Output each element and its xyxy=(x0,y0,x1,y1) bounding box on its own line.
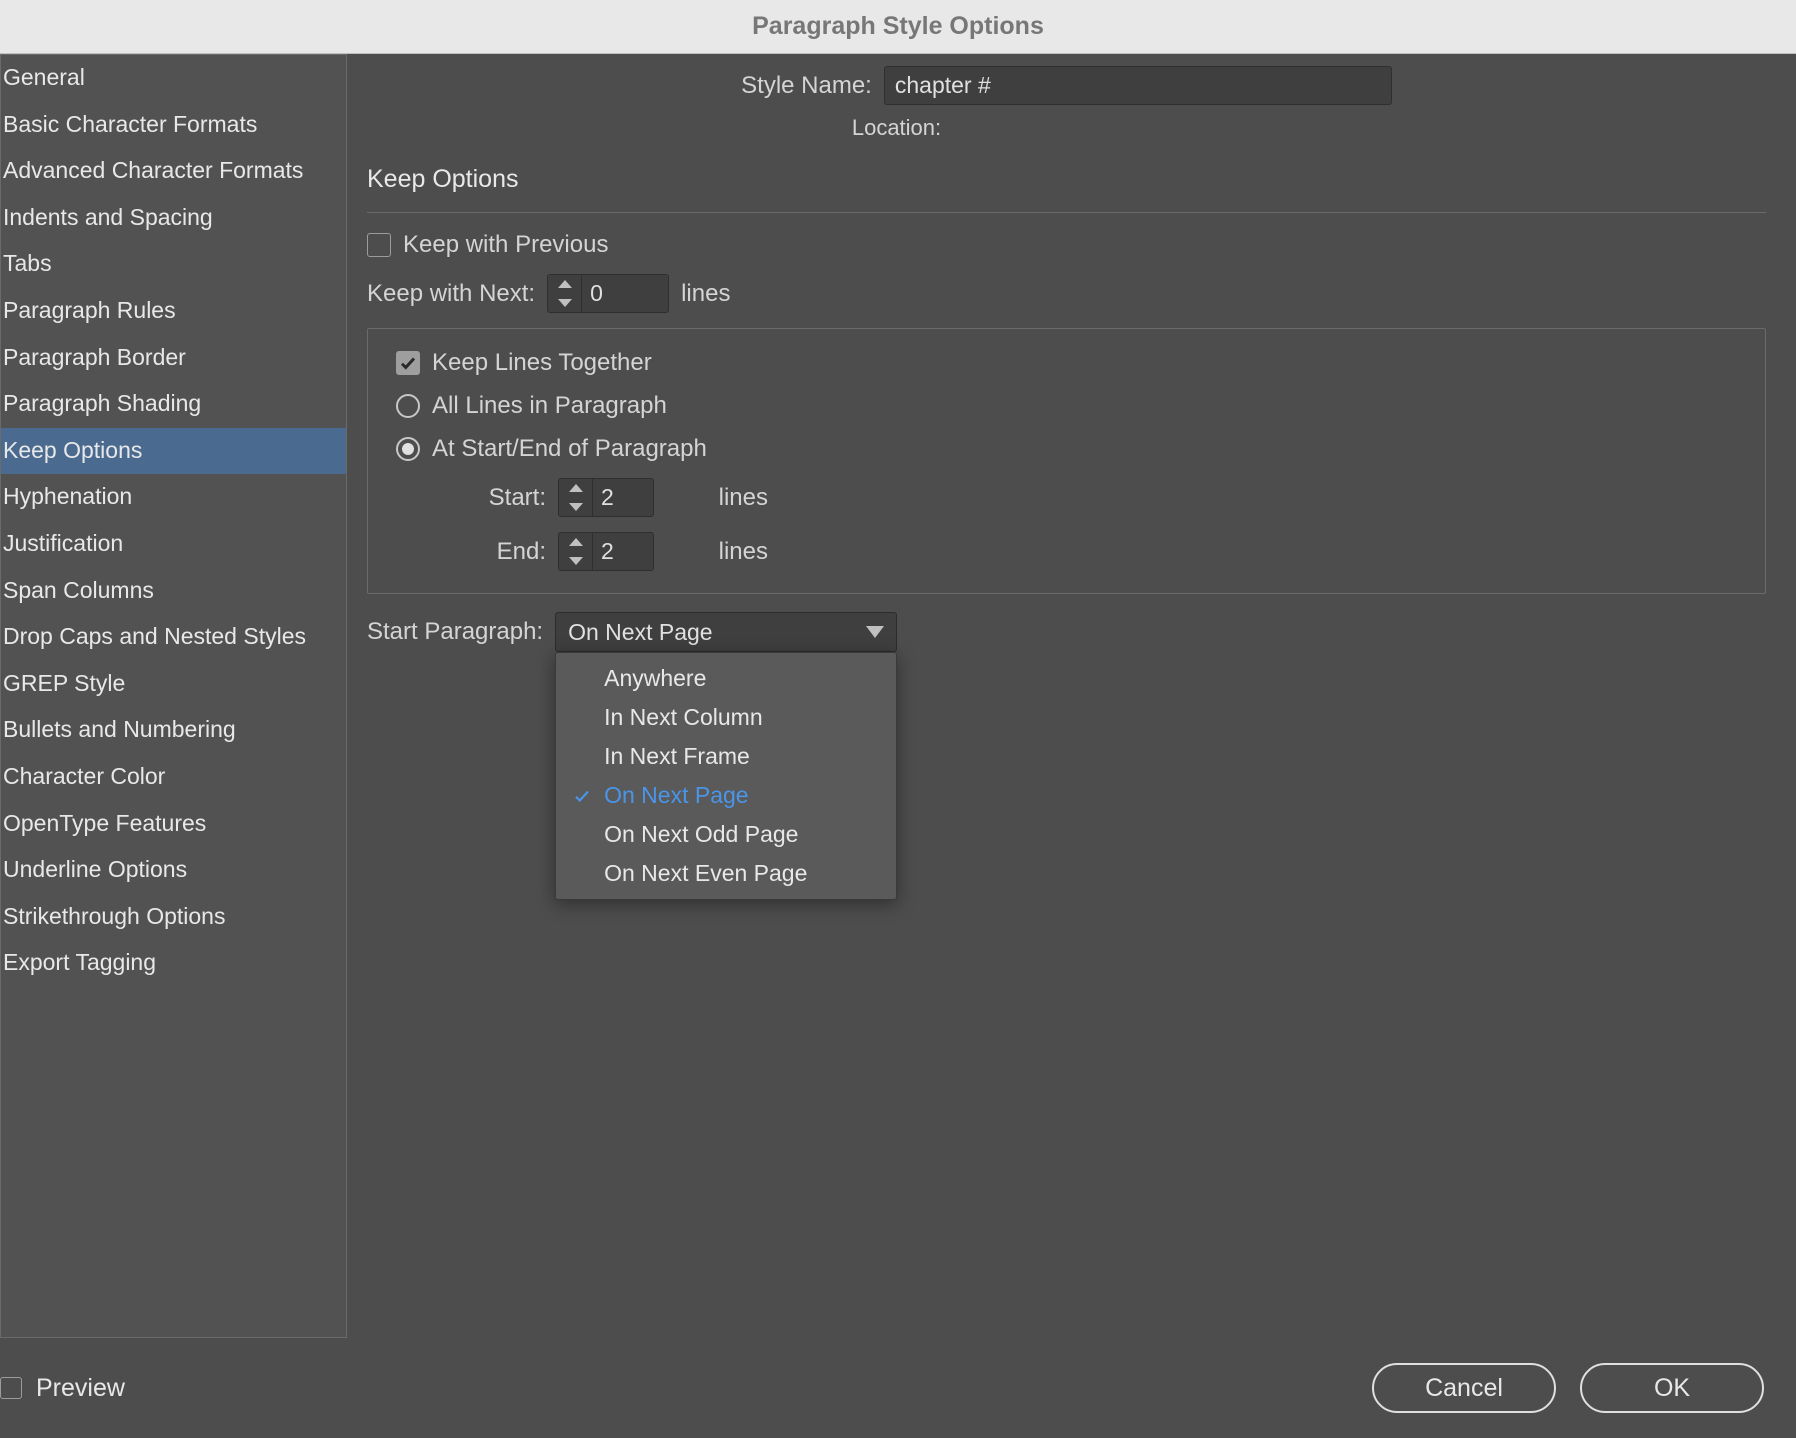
style-name-input[interactable] xyxy=(884,66,1392,105)
end-unit: lines xyxy=(666,538,768,566)
cancel-button[interactable]: Cancel xyxy=(1372,1363,1556,1413)
sidebar-item-keep-options[interactable]: Keep Options xyxy=(1,428,346,475)
keep-with-previous-label: Keep with Previous xyxy=(403,231,608,259)
sidebar-item-underline-options[interactable]: Underline Options xyxy=(1,847,346,894)
start-paragraph-row: Start Paragraph: On Next Page AnywhereIn… xyxy=(367,612,1766,652)
sidebar-item-justification[interactable]: Justification xyxy=(1,521,346,568)
keep-with-next-input[interactable] xyxy=(582,275,668,312)
keep-with-next-unit: lines xyxy=(681,280,730,308)
sidebar-item-paragraph-rules[interactable]: Paragraph Rules xyxy=(1,288,346,335)
stepper-arrows-icon[interactable] xyxy=(559,533,593,570)
menu-item-label: Anywhere xyxy=(604,665,706,692)
location-row: Location: xyxy=(367,115,1766,141)
keep-with-previous-checkbox[interactable] xyxy=(367,233,391,257)
all-lines-label: All Lines in Paragraph xyxy=(432,392,667,420)
end-stepper[interactable] xyxy=(558,532,654,571)
checkmark-icon xyxy=(570,787,594,805)
sidebar-item-general[interactable]: General xyxy=(1,55,346,102)
footer-right: Cancel OK xyxy=(1372,1363,1764,1413)
start-stepper[interactable] xyxy=(558,478,654,517)
section-title: Keep Options xyxy=(367,165,1766,194)
start-end-label: At Start/End of Paragraph xyxy=(432,435,707,463)
style-name-row: Style Name: xyxy=(367,66,1766,105)
stepper-arrows-icon[interactable] xyxy=(559,479,593,516)
sidebar: GeneralBasic Character FormatsAdvanced C… xyxy=(0,54,347,1338)
sidebar-item-opentype-features[interactable]: OpenType Features xyxy=(1,801,346,848)
menu-item-in-next-frame[interactable]: In Next Frame xyxy=(556,737,896,776)
stepper-arrows-icon[interactable] xyxy=(548,275,582,312)
keep-lines-group: Keep Lines Together All Lines in Paragra… xyxy=(367,328,1766,594)
location-label: Location: xyxy=(852,115,941,141)
sidebar-item-paragraph-shading[interactable]: Paragraph Shading xyxy=(1,381,346,428)
sidebar-item-hyphenation[interactable]: Hyphenation xyxy=(1,474,346,521)
menu-item-on-next-page[interactable]: On Next Page xyxy=(556,776,896,815)
sidebar-item-paragraph-border[interactable]: Paragraph Border xyxy=(1,335,346,382)
menu-item-label: In Next Column xyxy=(604,704,763,731)
start-end-radio[interactable] xyxy=(396,437,420,461)
sidebar-item-indents-and-spacing[interactable]: Indents and Spacing xyxy=(1,195,346,242)
window-titlebar: Paragraph Style Options xyxy=(0,0,1796,54)
content-panel: Style Name: Location: Keep Options Keep … xyxy=(347,54,1796,1338)
footer: Preview Cancel OK xyxy=(0,1338,1796,1438)
start-paragraph-label: Start Paragraph: xyxy=(367,618,543,646)
sidebar-item-grep-style[interactable]: GREP Style xyxy=(1,661,346,708)
start-paragraph-dropdown[interactable]: On Next Page xyxy=(555,612,897,652)
ok-button[interactable]: OK xyxy=(1580,1363,1764,1413)
menu-item-on-next-odd-page[interactable]: On Next Odd Page xyxy=(556,815,896,854)
style-name-label: Style Name: xyxy=(741,72,872,100)
end-row: End: lines xyxy=(444,532,1741,571)
all-lines-row: All Lines in Paragraph xyxy=(396,392,1741,420)
start-paragraph-menu: Anywhere In Next Column In Next Frame On Ne… xyxy=(555,652,897,900)
start-row: Start: lines xyxy=(444,478,1741,517)
section-divider xyxy=(367,212,1766,213)
keep-lines-together-checkbox[interactable] xyxy=(396,351,420,375)
chevron-down-icon xyxy=(866,626,884,638)
start-input[interactable] xyxy=(593,479,653,516)
start-end-row: At Start/End of Paragraph xyxy=(396,435,1741,463)
end-input[interactable] xyxy=(593,533,653,570)
keep-with-next-label: Keep with Next: xyxy=(367,280,535,308)
keep-lines-together-row: Keep Lines Together xyxy=(396,349,1741,377)
sidebar-item-advanced-character-formats[interactable]: Advanced Character Formats xyxy=(1,148,346,195)
preview-checkbox[interactable] xyxy=(0,1377,22,1399)
start-paragraph-value: On Next Page xyxy=(568,619,712,646)
menu-item-anywhere[interactable]: Anywhere xyxy=(556,659,896,698)
sidebar-item-drop-caps-and-nested-styles[interactable]: Drop Caps and Nested Styles xyxy=(1,614,346,661)
menu-item-on-next-even-page[interactable]: On Next Even Page xyxy=(556,854,896,893)
sidebar-item-tabs[interactable]: Tabs xyxy=(1,241,346,288)
menu-item-label: On Next Even Page xyxy=(604,860,807,887)
window-title: Paragraph Style Options xyxy=(752,12,1044,41)
end-label: End: xyxy=(444,538,546,566)
keep-with-next-stepper[interactable] xyxy=(547,274,669,313)
menu-item-label: In Next Frame xyxy=(604,743,750,770)
keep-with-previous-row: Keep with Previous xyxy=(367,231,1766,259)
footer-left: Preview xyxy=(0,1374,125,1403)
start-label: Start: xyxy=(444,484,546,512)
keep-with-next-row: Keep with Next: lines xyxy=(367,274,1766,313)
sidebar-item-basic-character-formats[interactable]: Basic Character Formats xyxy=(1,102,346,149)
sidebar-item-strikethrough-options[interactable]: Strikethrough Options xyxy=(1,894,346,941)
sidebar-item-export-tagging[interactable]: Export Tagging xyxy=(1,940,346,987)
sidebar-item-span-columns[interactable]: Span Columns xyxy=(1,568,346,615)
all-lines-radio[interactable] xyxy=(396,394,420,418)
main-area: GeneralBasic Character FormatsAdvanced C… xyxy=(0,54,1796,1338)
menu-item-in-next-column[interactable]: In Next Column xyxy=(556,698,896,737)
keep-lines-together-label: Keep Lines Together xyxy=(432,349,652,377)
menu-item-label: On Next Odd Page xyxy=(604,821,798,848)
sidebar-item-character-color[interactable]: Character Color xyxy=(1,754,346,801)
menu-item-label: On Next Page xyxy=(604,782,748,809)
preview-label: Preview xyxy=(36,1374,125,1403)
sidebar-item-bullets-and-numbering[interactable]: Bullets and Numbering xyxy=(1,707,346,754)
start-unit: lines xyxy=(666,484,768,512)
